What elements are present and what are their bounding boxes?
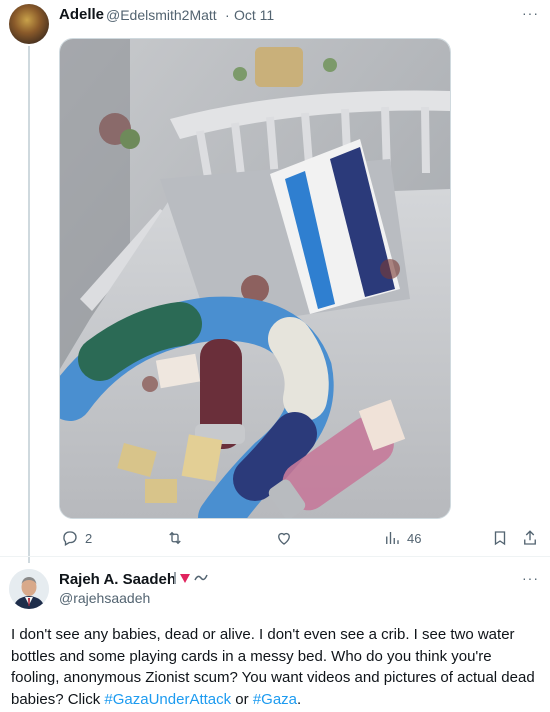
- action-bar: 2 46: [0, 529, 550, 549]
- views-count: 46: [407, 530, 422, 546]
- bookmark-icon: [494, 531, 506, 546]
- like-button[interactable]: [275, 529, 293, 547]
- avatar[interactable]: [9, 569, 49, 609]
- more-options-button[interactable]: ···: [522, 5, 539, 21]
- author-handle[interactable]: @Edelsmith2Matt: [106, 7, 217, 23]
- share-button[interactable]: [521, 529, 539, 547]
- more-options-button[interactable]: ···: [522, 570, 539, 586]
- views-button[interactable]: 46: [383, 529, 421, 547]
- like-icon: [278, 532, 290, 545]
- avatar[interactable]: [9, 4, 49, 44]
- share-icon: [524, 530, 536, 545]
- views-icon: [386, 532, 399, 544]
- tweet-date[interactable]: Oct 11: [234, 7, 274, 23]
- tweet-text-or: or: [231, 690, 253, 708]
- flag-icon: [174, 572, 176, 584]
- tweet-text-end: .: [297, 690, 302, 708]
- heart-icon: [180, 573, 190, 583]
- crib-photo: [60, 39, 450, 518]
- separator: ·: [225, 7, 230, 23]
- tweet-text: I don't see any babies, dead or alive. I…: [11, 624, 541, 710]
- divider: [0, 556, 550, 557]
- retweet-button[interactable]: [166, 529, 184, 547]
- hashtag-link[interactable]: #Gaza: [253, 691, 297, 708]
- calligraphy-icon: [194, 574, 208, 581]
- author-badges: [174, 572, 208, 584]
- hashtag-link[interactable]: #GazaUnderAttack: [104, 691, 231, 708]
- reply-icon: [63, 531, 77, 546]
- retweet-icon: [169, 531, 181, 545]
- thread-line: [28, 46, 30, 563]
- author-name[interactable]: Adelle: [59, 6, 104, 23]
- reply-button[interactable]: 2: [61, 529, 92, 547]
- author-handle[interactable]: @rajehsaadeh: [59, 590, 150, 606]
- tweet-media[interactable]: [59, 38, 451, 519]
- author-name[interactable]: Rajeh A. Saadeh: [59, 571, 176, 588]
- bookmark-button[interactable]: [491, 529, 509, 547]
- reply-count: 2: [85, 530, 93, 546]
